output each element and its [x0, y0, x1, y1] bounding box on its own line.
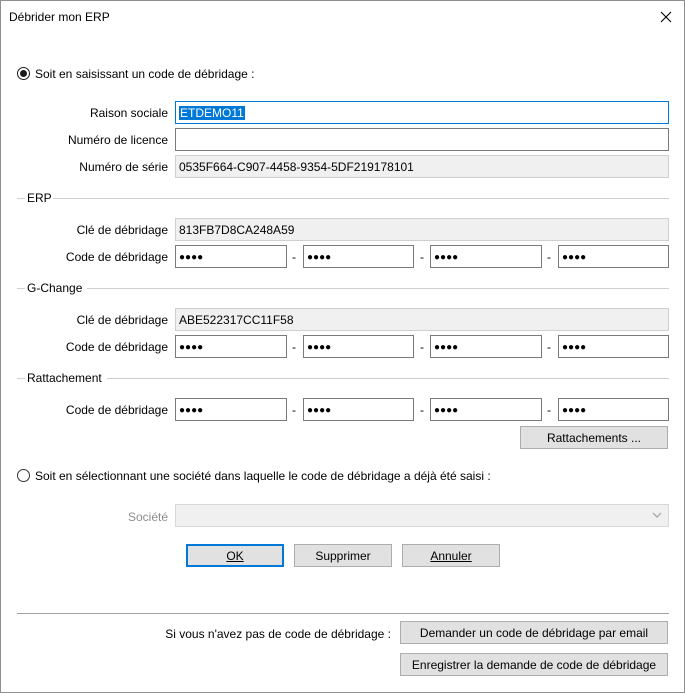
rattachements-button[interactable]: Rattachements ... — [520, 426, 668, 449]
close-button[interactable] — [652, 3, 680, 31]
numero-licence-label: Numéro de licence — [67, 133, 168, 147]
gchange-group-title: G-Change — [27, 281, 83, 295]
gchange-code-label: Code de débridage — [65, 340, 168, 354]
option-societe-label: Soit en sélectionnant une société dans l… — [35, 469, 491, 483]
numero-licence-input[interactable] — [175, 128, 669, 151]
numero-serie-field: 0535F664-C907-4458-9354-5DF219178101 — [175, 155, 669, 178]
erp-code-input-1[interactable]: ●●●● — [175, 245, 287, 268]
erp-code-input-4[interactable]: ●●●● — [558, 245, 669, 268]
chevron-down-icon — [652, 512, 662, 518]
rattachement-separator-2: - — [420, 403, 424, 417]
societe-select[interactable] — [175, 504, 669, 527]
rattachement-code-input-2[interactable]: ●●●● — [303, 398, 414, 421]
raison-sociale-input[interactable]: ETDEMO11 — [175, 101, 669, 124]
request-email-button[interactable]: Demander un code de débridage par email — [400, 621, 668, 644]
raison-sociale-label: Raison sociale — [89, 106, 168, 120]
erp-separator-2: - — [420, 250, 424, 264]
option-code-label: Soit en saisissant un code de débridage … — [35, 67, 255, 81]
title-bar: Débrider mon ERP — [1, 1, 684, 33]
societe-label: Société — [127, 510, 168, 524]
gchange-code-input-2[interactable]: ●●●● — [303, 335, 414, 358]
annuler-button[interactable]: Annuler — [402, 544, 500, 567]
ok-button[interactable]: OK — [186, 544, 284, 567]
gchange-cle-label: Clé de débridage — [76, 313, 168, 327]
gchange-separator-2: - — [420, 340, 424, 354]
rattachement-code-label: Code de débridage — [65, 403, 168, 417]
dialog-body: Soit en saisissant un code de débridage … — [1, 33, 684, 692]
gchange-group-line-left — [17, 288, 25, 289]
erp-cle-value: 813FB7D8CA248A59 — [179, 223, 295, 237]
erp-cle-field: 813FB7D8CA248A59 — [175, 218, 669, 241]
rattachement-code-input-1[interactable]: ●●●● — [175, 398, 287, 421]
close-icon — [660, 11, 672, 23]
gchange-code-input-3[interactable]: ●●●● — [430, 335, 542, 358]
erp-code-input-3[interactable]: ●●●● — [430, 245, 542, 268]
rattachement-separator-3: - — [547, 403, 551, 417]
gchange-separator-1: - — [292, 340, 296, 354]
numero-serie-value: 0535F664-C907-4458-9354-5DF219178101 — [179, 160, 414, 174]
numero-licence-field[interactable] — [179, 133, 665, 147]
register-request-button[interactable]: Enregistrer la demande de code de débrid… — [400, 653, 668, 676]
footer-separator — [17, 613, 669, 614]
gchange-code-input-1[interactable]: ●●●● — [175, 335, 287, 358]
erp-group-line-left — [17, 198, 25, 199]
raison-sociale-value: ETDEMO11 — [179, 106, 245, 120]
erp-group-line — [53, 198, 669, 199]
option-code-radio[interactable] — [17, 67, 30, 80]
dialog-window: Débrider mon ERP Soit en saisissant un c… — [0, 0, 685, 693]
rattachement-group-line-left — [17, 378, 25, 379]
erp-cle-label: Clé de débridage — [76, 223, 168, 237]
rattachement-group-title: Rattachement — [27, 371, 102, 385]
erp-code-label: Code de débridage — [65, 250, 168, 264]
gchange-cle-field: ABE522317CC11F58 — [175, 308, 669, 331]
erp-separator-3: - — [547, 250, 551, 264]
gchange-cle-value: ABE522317CC11F58 — [179, 313, 294, 327]
rattachement-code-input-3[interactable]: ●●●● — [430, 398, 542, 421]
rattachement-code-input-4[interactable]: ●●●● — [558, 398, 669, 421]
option-societe-radio[interactable] — [17, 469, 30, 482]
gchange-separator-3: - — [547, 340, 551, 354]
window-title: Débrider mon ERP — [9, 10, 110, 24]
erp-code-input-2[interactable]: ●●●● — [303, 245, 414, 268]
erp-separator-1: - — [292, 250, 296, 264]
rattachement-separator-1: - — [292, 403, 296, 417]
gchange-code-input-4[interactable]: ●●●● — [558, 335, 669, 358]
rattachement-group-line — [107, 378, 669, 379]
erp-group-title: ERP — [27, 191, 52, 205]
supprimer-button[interactable]: Supprimer — [294, 544, 392, 567]
gchange-group-line — [87, 288, 669, 289]
footer-text: Si vous n'avez pas de code de débridage … — [165, 627, 391, 641]
numero-serie-label: Numéro de série — [79, 160, 168, 174]
